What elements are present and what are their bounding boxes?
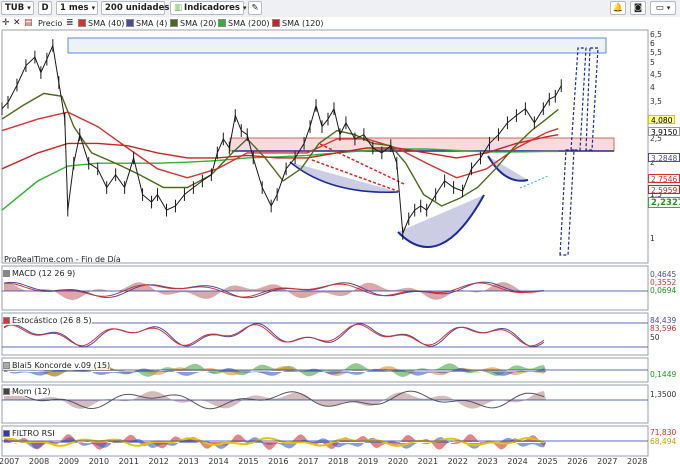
macd-value-3: 0,0694	[650, 286, 677, 295]
price-axis-tick: 6,5	[650, 29, 662, 39]
blai-swatch	[3, 361, 10, 369]
year-tick: 2020	[387, 457, 409, 466]
last-price-tag: 4,080	[648, 115, 676, 125]
mom-swatch	[3, 387, 10, 395]
year-tick: 2012	[148, 457, 169, 466]
price-axis-tick: 1	[650, 233, 655, 243]
blai-value-1: 0,1449	[650, 370, 677, 379]
year-tick: 2017	[298, 457, 319, 466]
macd-title[interactable]: MACD (12 26 9)	[3, 268, 76, 278]
rsi-title[interactable]: FILTRO RSI	[3, 428, 55, 438]
mom-value-1: 1,3500	[650, 390, 677, 399]
stoch-panel-frame	[1, 312, 649, 356]
year-tick: 2009	[58, 457, 80, 466]
sma40-tag: 2,7546	[648, 174, 680, 184]
chart-canvas[interactable]	[0, 0, 680, 468]
blai-title[interactable]: Blai5 Koncorde v.09 (15)	[3, 360, 111, 370]
mom-title-label: Mom (12)	[12, 386, 51, 396]
year-tick: 2015	[238, 457, 259, 466]
price-axis-tick: 5	[650, 58, 655, 68]
stoch-swatch	[3, 316, 10, 324]
rsi-value-2: 68,494	[650, 437, 677, 446]
price-axis-tick: 4,5	[650, 69, 662, 79]
year-tick: 2023	[477, 457, 498, 466]
year-tick: 2028	[627, 457, 648, 466]
year-tick: 2007	[0, 457, 20, 466]
sma200-tag: 2,2327	[648, 197, 680, 208]
year-tick: 2024	[507, 457, 528, 466]
year-tick: 2025	[537, 457, 558, 466]
year-tick: 2013	[178, 457, 199, 466]
stoch-value-2: 83,596	[650, 324, 677, 333]
stoch-title-label: Estocástico (26 8 5)	[12, 315, 92, 325]
year-tick: 2026	[567, 457, 588, 466]
mom-title[interactable]: Mom (12)	[3, 386, 51, 396]
year-tick: 2011	[118, 457, 139, 466]
macd-title-label: MACD (12 26 9)	[12, 268, 76, 278]
year-tick: 2010	[88, 457, 110, 466]
price-axis-tick: 4	[650, 82, 655, 92]
rsi-title-label: FILTRO RSI	[12, 428, 55, 438]
stoch-title[interactable]: Estocástico (26 8 5)	[3, 315, 92, 325]
macd-panel-frame	[1, 265, 649, 311]
rsi-value-1: 71,830	[650, 428, 677, 437]
high-price-tag: 3,9150	[648, 127, 680, 137]
year-tick: 2016	[268, 457, 289, 466]
source-label: ProRealTime.com - Fin de Día	[4, 254, 121, 264]
stoch-axis-mid: 50	[650, 333, 660, 342]
year-tick: 2018	[327, 457, 349, 466]
year-tick: 2008	[28, 457, 50, 466]
sma120-tag: 2,5959	[648, 185, 680, 195]
sma4-tag: 3,2848	[648, 153, 680, 163]
price-axis-tick: 6	[650, 38, 655, 48]
rsi-swatch	[3, 429, 10, 437]
price-axis-tick: 3,5	[650, 97, 662, 107]
year-tick: 2019	[357, 457, 379, 466]
year-tick: 2022	[447, 457, 468, 466]
price-axis-tick: 5,5	[650, 48, 662, 58]
year-tick: 2021	[417, 457, 439, 466]
year-tick: 2014	[208, 457, 229, 466]
year-tick: 2027	[597, 457, 618, 466]
macd-swatch	[3, 269, 10, 277]
target-zone-box[interactable]	[67, 37, 607, 54]
blai-title-label: Blai5 Koncorde v.09 (15)	[12, 360, 111, 370]
